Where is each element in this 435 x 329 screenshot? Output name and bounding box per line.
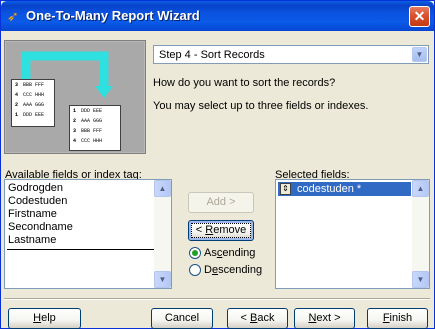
document-row-text: BBB FFF <box>81 128 103 134</box>
list-item[interactable]: Codestuden <box>8 195 67 208</box>
available-scrollbar[interactable]: ▲ ▼ <box>154 180 171 288</box>
document-row-number: 1 <box>73 108 77 114</box>
list-item[interactable]: Firstname <box>8 208 57 221</box>
close-icon: ✕ <box>413 8 426 24</box>
document-row: 4 CCC HHH <box>70 136 120 146</box>
document-row-number: 4 <box>73 138 77 144</box>
document-row-text: AAA GGG <box>81 118 103 124</box>
document-row-number: 2 <box>15 102 19 108</box>
remove-button[interactable]: < Remove <box>188 220 254 241</box>
list-item[interactable]: Secondname <box>8 221 73 234</box>
wizard-icon: ➶ <box>7 8 19 24</box>
document-row-text: DDD EEE <box>23 112 45 118</box>
selected-field-label: codestuden * <box>297 183 362 195</box>
add-button[interactable]: Add > <box>188 192 254 213</box>
sorted-document: 1 DDD EEE 2 AAA GGG 3 BBB FFF 4 CCC HHH <box>69 105 121 151</box>
back-button[interactable]: < Back <box>227 308 288 329</box>
document-row-number: 4 <box>15 92 19 98</box>
document-row-number: 3 <box>15 82 19 88</box>
chevron-down-icon[interactable]: ▼ <box>412 47 427 62</box>
window-title: One-To-Many Report Wizard <box>26 8 200 23</box>
selected-fields-list[interactable]: ⇕ codestuden * ▲ ▼ <box>275 179 430 289</box>
document-row-text: BBB FFF <box>23 82 45 88</box>
document-row: 1 DDD EEE <box>12 110 54 120</box>
document-row: 1 DDD EEE <box>70 106 120 116</box>
document-row-number: 3 <box>73 128 77 134</box>
document-row-number: 1 <box>15 112 19 118</box>
ascending-radio[interactable]: Ascending <box>189 246 279 260</box>
sort-hint: You may select up to three fields or ind… <box>153 100 369 112</box>
ascending-label: Ascending <box>204 247 256 259</box>
document-row: 2 AAA GGG <box>12 100 54 110</box>
descending-radio-dot[interactable] <box>189 264 201 276</box>
document-row: 3 BBB FFF <box>70 126 120 136</box>
wizard-window: ➶ One-To-Many Report Wizard ✕ 3 BBB FFF 4 C… <box>0 0 435 329</box>
step-dropdown[interactable]: Step 4 - Sort Records ▼ <box>153 45 429 64</box>
selected-field-item[interactable]: ⇕ codestuden * <box>278 182 411 196</box>
scroll-down-icon[interactable]: ▼ <box>154 271 171 288</box>
document-row-number: 2 <box>73 118 77 124</box>
document-row-text: CCC HHH <box>81 138 103 144</box>
remove-button-label: < Remove <box>190 223 252 238</box>
scroll-up-icon[interactable]: ▲ <box>154 180 171 197</box>
document-row-text: AAA GGG <box>23 102 45 108</box>
help-button[interactable]: Help <box>8 308 81 329</box>
document-row: 3 BBB FFF <box>12 80 54 90</box>
close-button[interactable]: ✕ <box>409 6 430 27</box>
selected-scrollbar[interactable]: ▲ ▼ <box>412 180 429 288</box>
document-row-text: DDD EEE <box>81 108 103 114</box>
sort-illustration: 3 BBB FFF 4 CCC HHH 2 AAA GGG 1 DDD EEE 1 DDD EE… <box>4 40 146 154</box>
document-row: 4 CCC HHH <box>12 90 54 100</box>
unsorted-document: 3 BBB FFF 4 CCC HHH 2 AAA GGG 1 DDD EEE <box>11 79 55 127</box>
sort-question: How do you want to sort the records? <box>153 77 336 89</box>
finish-button[interactable]: Finish <box>367 308 428 329</box>
list-item[interactable]: Godrogden <box>8 182 63 195</box>
list-separator <box>7 249 155 250</box>
title-bar: ➶ One-To-Many Report Wizard ✕ <box>1 1 434 31</box>
descending-radio[interactable]: Descending <box>189 263 279 277</box>
next-button[interactable]: Next > <box>294 308 355 329</box>
list-item[interactable]: Lastname <box>8 234 56 247</box>
cancel-button[interactable]: Cancel <box>151 308 213 329</box>
ascending-radio-dot[interactable] <box>189 247 201 259</box>
move-handle-icon[interactable]: ⇕ <box>280 183 291 195</box>
step-dropdown-value: Step 4 - Sort Records <box>159 49 265 61</box>
descending-label: Descending <box>204 264 263 276</box>
footer-divider <box>4 298 430 300</box>
document-row: 2 AAA GGG <box>70 116 120 126</box>
available-fields-list[interactable]: Godrogden Codestuden Firstname Secondnam… <box>4 179 172 289</box>
scroll-down-icon[interactable]: ▼ <box>412 271 429 288</box>
document-row-text: CCC HHH <box>23 92 45 98</box>
scroll-up-icon[interactable]: ▲ <box>412 180 429 197</box>
